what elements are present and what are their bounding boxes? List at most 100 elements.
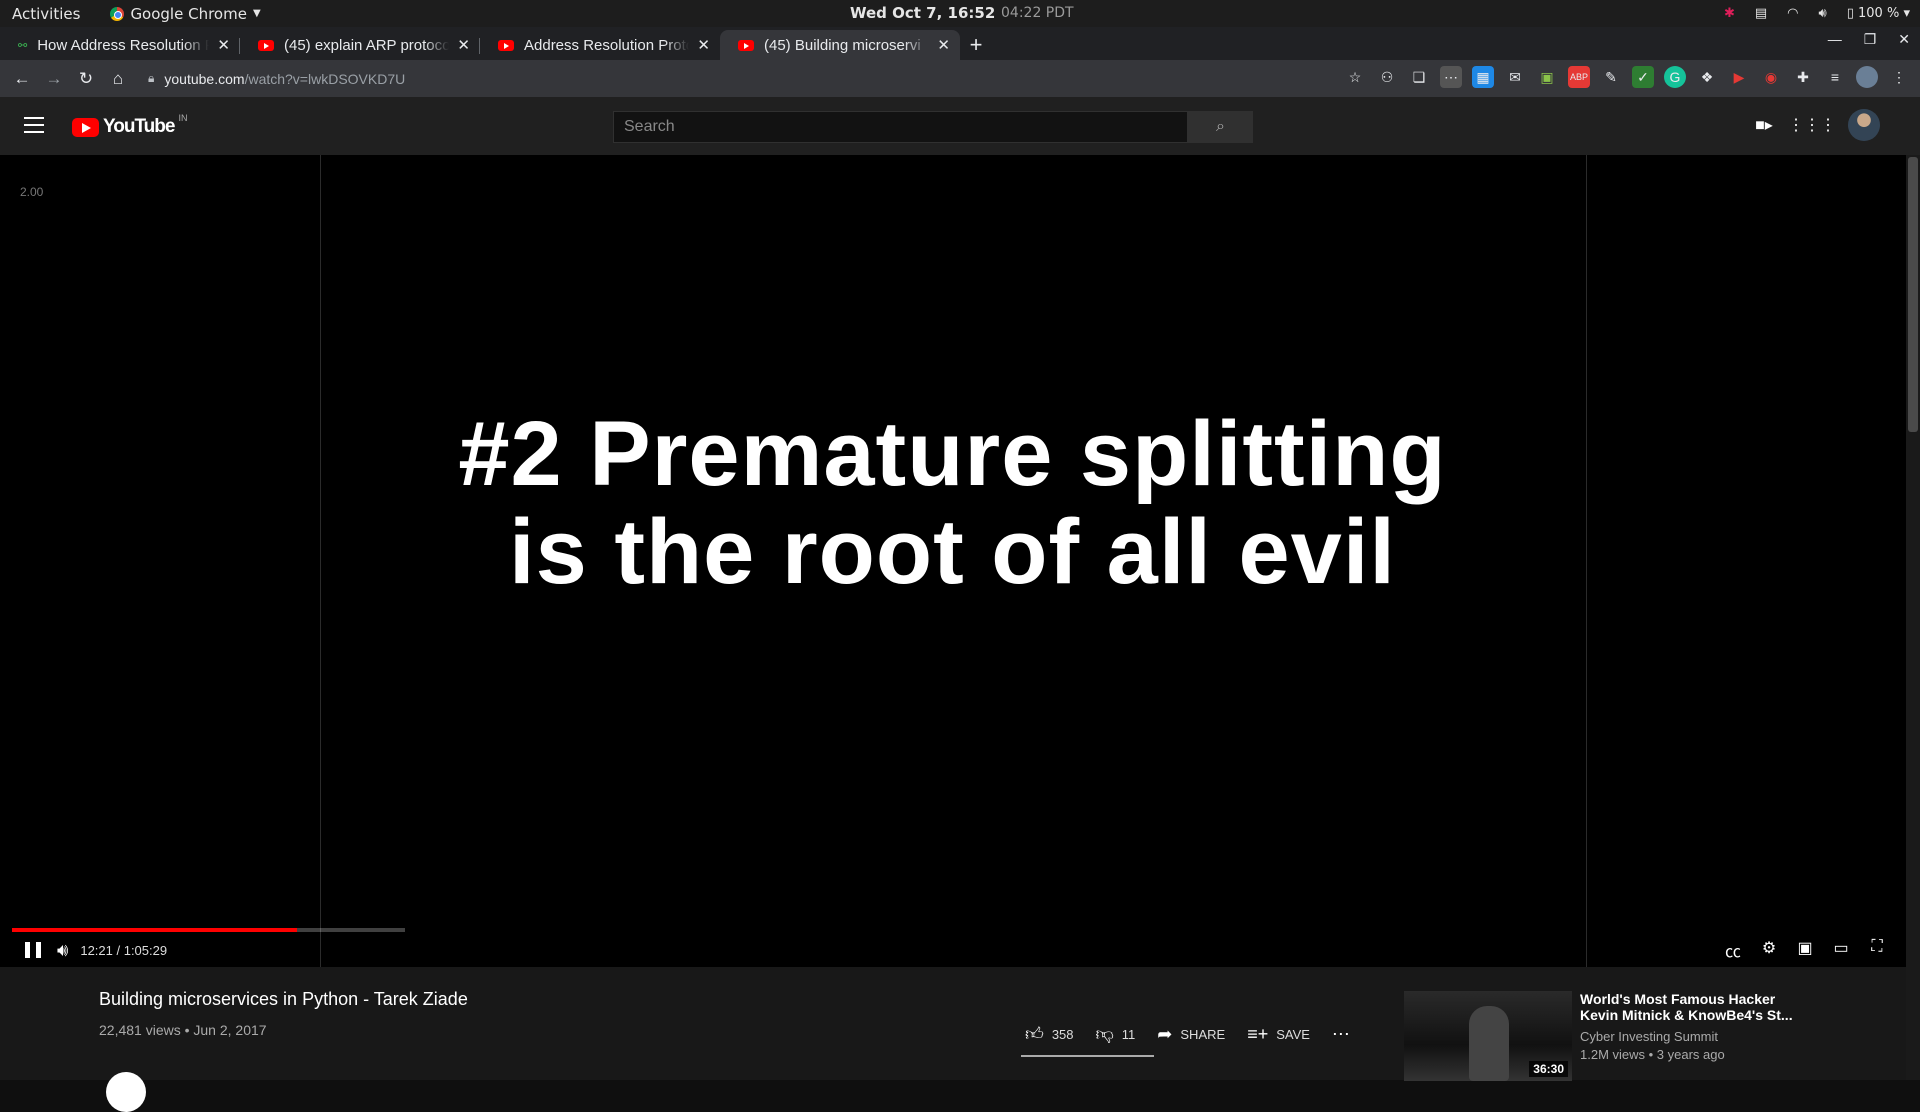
search-input[interactable] <box>613 111 1188 143</box>
back-icon[interactable]: ← <box>6 69 38 89</box>
home-icon[interactable]: ⌂ <box>102 69 134 89</box>
create-video-icon[interactable]: ■▸ <box>1752 113 1776 137</box>
share-button[interactable]: ➦ SHARE <box>1157 1024 1225 1045</box>
wifi-icon[interactable]: ◠ <box>1787 6 1798 21</box>
channel-avatar[interactable] <box>106 1072 146 1112</box>
reload-icon[interactable]: ↻ <box>70 69 102 89</box>
address-bar[interactable]: 🔒︎ youtube.com/watch?v=lwkDSOVKD7U <box>148 64 1328 94</box>
window-controls: — ❐ ✕ <box>1828 31 1910 48</box>
media-control-icon[interactable]: ≡ <box>1824 66 1846 88</box>
apps-grid-icon[interactable]: ⋮⋮⋮ <box>1788 113 1836 137</box>
notes-icon[interactable]: ▤ <box>1755 6 1767 21</box>
extension-icon[interactable]: ▦ <box>1472 66 1494 88</box>
thumbs-up-icon: 👍︎ <box>1025 1024 1044 1044</box>
recommended-title-line: World's Most Famous Hacker <box>1580 991 1776 1007</box>
tab-title: Address Resolution Proto <box>524 36 690 54</box>
chevron-down-icon: ▼ <box>252 8 261 19</box>
browser-tab-active[interactable]: (45) Building microservi ✕ <box>720 30 960 60</box>
puzzle-icon[interactable]: ✚ <box>1792 66 1814 88</box>
browser-toolbar: ← → ↻ ⌂ 🔒︎ youtube.com/watch?v=lwkDSOVKD… <box>0 60 1920 97</box>
system-tray: ✱ ▤ ◠ 🔊︎ ▯ 100 % ▾ <box>1724 0 1910 27</box>
forward-icon[interactable]: → <box>38 69 70 89</box>
fullscreen-icon[interactable]: ⛶ <box>1868 938 1886 962</box>
chrome-icon <box>110 6 125 21</box>
scrollbar-thumb[interactable] <box>1908 157 1918 432</box>
theater-mode-icon[interactable]: ▭ <box>1832 938 1850 962</box>
page-scrollbar[interactable] <box>1906 155 1920 1080</box>
extension-icon[interactable]: ✓ <box>1632 66 1654 88</box>
extension-icon[interactable]: ◉ <box>1760 66 1782 88</box>
profile-avatar-icon[interactable] <box>1856 66 1878 88</box>
extension-icon[interactable]: ▶ <box>1728 66 1750 88</box>
search-button[interactable]: ⌕ <box>1188 111 1253 143</box>
extension-icon[interactable]: ❏ <box>1408 66 1430 88</box>
url-path: /watch?v=lwkDSOVKD7U <box>244 70 406 87</box>
os-top-bar: Activities Google Chrome ▼ Wed Oct 7, 16… <box>0 0 1920 27</box>
miniplayer-icon[interactable]: ▣ <box>1796 938 1814 962</box>
browser-tab[interactable]: Address Resolution Proto ✕ <box>480 30 720 60</box>
recommended-title[interactable]: World's Most Famous Hacker Kevin Mitnick… <box>1580 991 1800 1023</box>
slide-border-left <box>320 155 321 967</box>
save-label: SAVE <box>1276 1026 1310 1042</box>
hamburger-menu-icon[interactable] <box>24 117 44 133</box>
activities-button[interactable]: Activities <box>12 5 80 23</box>
extension-icon[interactable]: ✉ <box>1504 66 1526 88</box>
save-button[interactable]: ≡+ SAVE <box>1247 1024 1310 1045</box>
close-window-icon[interactable]: ✕ <box>1898 31 1910 48</box>
browser-tab-strip: ⚯ How Address Resolution P ✕ (45) explai… <box>0 27 1920 60</box>
new-tab-button[interactable]: + <box>960 30 992 60</box>
like-ratio-bar <box>1021 1055 1154 1057</box>
close-tab-icon[interactable]: ✕ <box>457 36 470 54</box>
extensions-area: ☆ ⚇ ❏ ⋯ ▦ ✉ ▣ ABP ✎ ✓ G ❖ ▶ ◉ ✚ ≡ ⋮ <box>1344 66 1910 88</box>
progress-bar[interactable] <box>12 928 405 932</box>
close-tab-icon[interactable]: ✕ <box>937 36 950 54</box>
battery-status[interactable]: ▯ 100 % ▾ <box>1847 6 1910 21</box>
playback-speed-indicator: 2.00 <box>20 185 44 199</box>
video-duration: 36:30 <box>1529 1061 1568 1077</box>
minimize-icon[interactable]: — <box>1828 31 1842 48</box>
adblock-icon[interactable]: ABP <box>1568 66 1590 88</box>
system-clock[interactable]: Wed Oct 7, 16:52 <box>850 4 995 22</box>
volume-icon[interactable]: 🔊︎ <box>1819 6 1827 21</box>
captions-icon[interactable]: ㏄ <box>1724 938 1742 962</box>
extension-icon[interactable]: ⋯ <box>1440 66 1462 88</box>
grammarly-icon[interactable]: G <box>1664 66 1686 88</box>
extension-icon[interactable]: ⚇ <box>1376 66 1398 88</box>
extension-icon[interactable]: ✎ <box>1600 66 1622 88</box>
settings-gear-icon[interactable]: ⚙ <box>1760 938 1778 962</box>
like-button[interactable]: 👍︎ 358 <box>1025 1023 1074 1045</box>
recommended-video[interactable]: 36:30 World's Most Famous Hacker Kevin M… <box>1404 991 1904 1081</box>
extension-icon[interactable]: ▣ <box>1536 66 1558 88</box>
search-icon: ⌕ <box>1216 118 1225 135</box>
browser-tab[interactable]: ⚯ How Address Resolution P ✕ <box>0 30 240 60</box>
more-actions-button[interactable]: ⋯ <box>1332 1024 1350 1045</box>
browser-tab[interactable]: (45) explain ARP protocol ✕ <box>240 30 480 60</box>
site-favicon: ⚯ <box>18 39 28 52</box>
maximize-icon[interactable]: ❐ <box>1864 31 1877 48</box>
youtube-play-icon <box>72 117 99 137</box>
close-tab-icon[interactable]: ✕ <box>217 36 230 54</box>
recommended-channel[interactable]: Cyber Investing Summit <box>1580 1029 1718 1044</box>
youtube-logo[interactable]: YouTube IN <box>72 113 187 138</box>
video-title: Building microservices in Python - Tarek… <box>99 989 468 1009</box>
video-player[interactable]: 2.00 #2 Premature splitting is the root … <box>0 155 1906 967</box>
volume-icon[interactable]: 🔊︎ <box>57 940 68 961</box>
secondary-clock: 04:22 PDT <box>1001 5 1074 21</box>
slide-line: #2 Premature splitting <box>458 403 1447 505</box>
recommended-meta: 1.2M views • 3 years ago <box>1580 1047 1725 1062</box>
menu-icon[interactable]: ⋮ <box>1888 66 1910 88</box>
bookmark-star-icon[interactable]: ☆ <box>1344 66 1366 88</box>
slack-icon[interactable]: ✱ <box>1724 6 1735 21</box>
app-menu[interactable]: Google Chrome ▼ <box>110 5 261 23</box>
pause-button[interactable] <box>25 942 41 958</box>
lock-icon[interactable]: 🔒︎ <box>148 71 154 86</box>
video-thumbnail[interactable]: 36:30 <box>1404 991 1572 1081</box>
account-avatar[interactable] <box>1848 109 1880 141</box>
slide-border-right <box>1586 155 1587 967</box>
dropbox-icon[interactable]: ❖ <box>1696 66 1718 88</box>
recommended-title-line: Kevin Mitnick & KnowBe4's St... <box>1580 1007 1793 1023</box>
dislike-button[interactable]: 👎︎ 11 <box>1096 1023 1136 1045</box>
share-label: SHARE <box>1180 1026 1226 1042</box>
close-tab-icon[interactable]: ✕ <box>697 36 710 54</box>
battery-icon: ▯ <box>1846 6 1854 21</box>
